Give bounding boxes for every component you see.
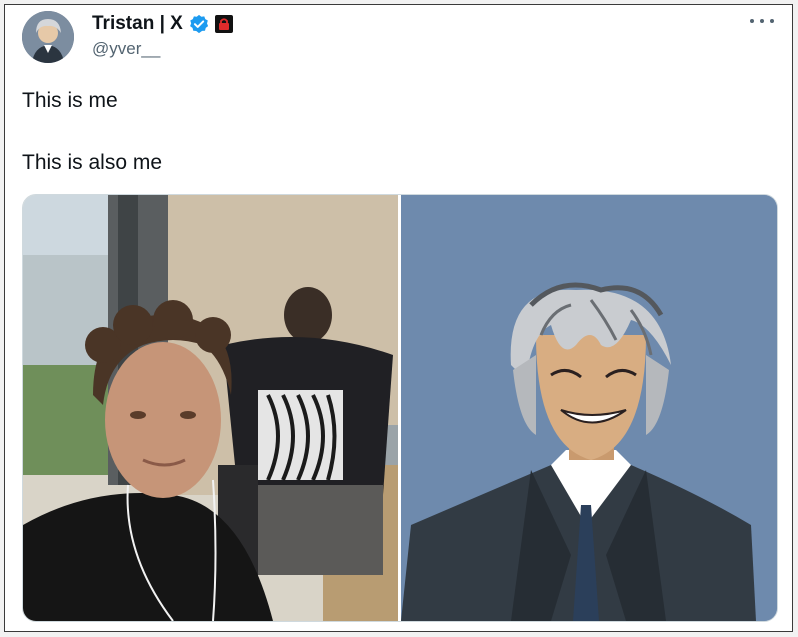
media-grid bbox=[22, 194, 778, 622]
illustration-anime-portrait[interactable] bbox=[401, 195, 777, 621]
more-icon[interactable] bbox=[750, 13, 774, 29]
tweet-text-line-1: This is me bbox=[22, 89, 118, 112]
tweet-text-line-2: This is also me bbox=[22, 151, 163, 174]
author-row: Tristan | X bbox=[92, 13, 233, 35]
avatar[interactable] bbox=[22, 11, 74, 63]
photo-selfie[interactable] bbox=[23, 195, 398, 621]
lock-badge-icon bbox=[214, 15, 233, 33]
author-name[interactable]: Tristan | X bbox=[92, 13, 183, 35]
author-handle[interactable]: @yver__ bbox=[92, 39, 160, 59]
verified-badge-icon bbox=[189, 14, 209, 34]
tweet-card[interactable]: Tristan | X @yver__ This is me This is a… bbox=[4, 4, 793, 632]
